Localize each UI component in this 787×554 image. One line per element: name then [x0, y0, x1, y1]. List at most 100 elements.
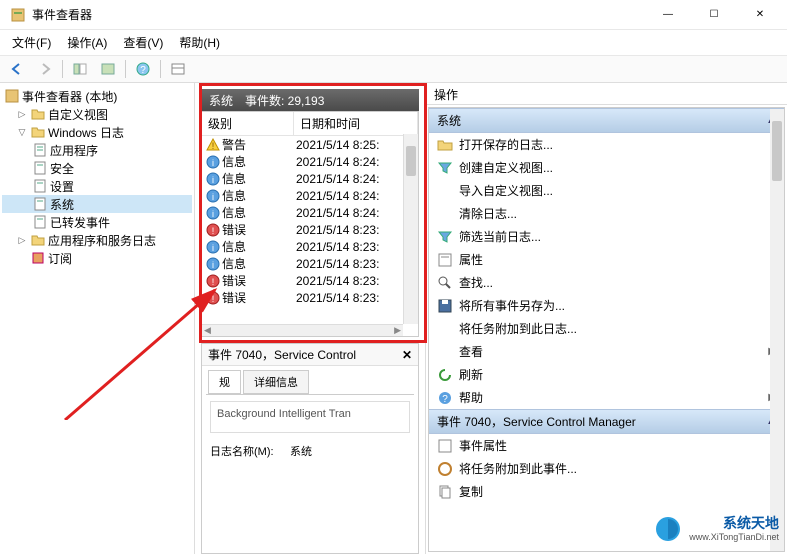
- scroll-thumb[interactable]: [772, 121, 782, 181]
- event-list: 级别 日期和时间 !警告2021/5/14 8:25:i信息2021/5/14 …: [201, 111, 419, 337]
- action-save-all[interactable]: 将所有事件另存为...: [429, 294, 784, 317]
- vertical-scrollbar[interactable]: [403, 134, 418, 324]
- svg-text:i: i: [212, 243, 214, 253]
- log-icon: [32, 196, 48, 212]
- actions-scrollbar[interactable]: [770, 109, 784, 551]
- event-datetime: 2021/5/14 8:24:: [296, 155, 418, 169]
- save-icon: [437, 298, 453, 314]
- main-body: 事件查看器 (本地) ▷ 自定义视图 ▽ Windows 日志 应用程序 安全 …: [0, 83, 787, 554]
- menu-action[interactable]: 操作(A): [61, 32, 113, 53]
- error-icon: !: [206, 291, 220, 305]
- svg-text:?: ?: [442, 394, 448, 405]
- actions-section-system[interactable]: 系统 ▲: [429, 108, 784, 133]
- event-level: 警告: [222, 136, 296, 153]
- action-attach-task[interactable]: 将任务附加到此日志...: [429, 317, 784, 340]
- menu-help[interactable]: 帮助(H): [173, 32, 226, 53]
- svg-text:i: i: [212, 209, 214, 219]
- svg-text:i: i: [212, 260, 214, 270]
- center-panel: 系统 事件数: 29,193 级别 日期和时间 !警告2021/5/14 8:2…: [195, 83, 425, 554]
- event-row[interactable]: !警告2021/5/14 8:25:: [202, 136, 418, 153]
- action-import-view[interactable]: 导入自定义视图...: [429, 179, 784, 202]
- event-row[interactable]: i信息2021/5/14 8:24:: [202, 170, 418, 187]
- tree-system[interactable]: 系统: [2, 195, 192, 213]
- watermark-url: www.XiTongTianDi.net: [689, 532, 779, 543]
- action-event-props[interactable]: 事件属性: [429, 434, 784, 457]
- menu-file[interactable]: 文件(F): [6, 32, 57, 53]
- forward-button[interactable]: [33, 58, 57, 80]
- event-datetime: 2021/5/14 8:23:: [296, 274, 418, 288]
- minimize-button[interactable]: —: [645, 0, 691, 30]
- action-clear-log[interactable]: 清除日志...: [429, 202, 784, 225]
- event-level: 信息: [222, 153, 296, 170]
- action-attach-task-event[interactable]: 将任务附加到此事件...: [429, 457, 784, 480]
- event-datetime: 2021/5/14 8:23:: [296, 223, 418, 237]
- tab-details[interactable]: 详细信息: [243, 370, 309, 394]
- event-datetime: 2021/5/14 8:24:: [296, 172, 418, 186]
- event-datetime: 2021/5/14 8:23:: [296, 240, 418, 254]
- toolbar: ?: [0, 55, 787, 83]
- collapse-icon[interactable]: ▽: [16, 127, 28, 138]
- event-level: 错误: [222, 221, 296, 238]
- actions-section-event[interactable]: 事件 7040，Service Control Manager ▲: [429, 409, 784, 434]
- menu-view[interactable]: 查看(V): [117, 32, 169, 53]
- help-button[interactable]: ?: [131, 58, 155, 80]
- action-copy[interactable]: 复制: [429, 480, 784, 503]
- folder-icon: [30, 106, 46, 122]
- properties-icon: [437, 438, 453, 454]
- action-open-saved[interactable]: 打开保存的日志...: [429, 133, 784, 156]
- tree-setup[interactable]: 设置: [2, 177, 192, 195]
- event-row[interactable]: i 信息2021/5/14 8:23:: [202, 238, 418, 255]
- event-row[interactable]: !错误2021/5/14 8:23:: [202, 272, 418, 289]
- expand-icon[interactable]: ▷: [16, 109, 28, 120]
- log-icon: [32, 142, 48, 158]
- event-level: 信息: [222, 238, 296, 255]
- back-button[interactable]: [5, 58, 29, 80]
- maximize-button[interactable]: ☐: [691, 0, 737, 30]
- tab-general[interactable]: 规: [208, 370, 241, 394]
- action-filter-current[interactable]: 筛选当前日志...: [429, 225, 784, 248]
- action-help[interactable]: ?帮助▶: [429, 386, 784, 409]
- event-level: 信息: [222, 255, 296, 272]
- tree-application[interactable]: 应用程序: [2, 141, 192, 159]
- toolbar-btn-2[interactable]: [96, 58, 120, 80]
- horizontal-scrollbar[interactable]: ◀▶: [202, 324, 403, 336]
- event-row[interactable]: i信息2021/5/14 8:24:: [202, 153, 418, 170]
- import-icon: [437, 183, 453, 199]
- event-row[interactable]: !错误2021/5/14 8:23:: [202, 289, 418, 306]
- expand-icon[interactable]: ▷: [16, 235, 28, 246]
- toolbar-btn-3[interactable]: [166, 58, 190, 80]
- event-datetime: 2021/5/14 8:23:: [296, 291, 418, 305]
- copy-icon: [437, 484, 453, 500]
- action-find[interactable]: 查找...: [429, 271, 784, 294]
- action-properties[interactable]: 属性: [429, 248, 784, 271]
- event-row[interactable]: i信息2021/5/14 8:24:: [202, 187, 418, 204]
- list-header-bar: 系统 事件数: 29,193: [201, 89, 419, 111]
- action-view[interactable]: 查看▶: [429, 340, 784, 363]
- detail-close-button[interactable]: ✕: [402, 348, 412, 362]
- close-button[interactable]: ✕: [737, 0, 783, 30]
- tree-forwarded[interactable]: 已转发事件: [2, 213, 192, 231]
- task-icon: [437, 321, 453, 337]
- action-refresh[interactable]: 刷新: [429, 363, 784, 386]
- tree-security[interactable]: 安全: [2, 159, 192, 177]
- event-row[interactable]: i信息2021/5/14 8:23:: [202, 255, 418, 272]
- event-row[interactable]: i信息2021/5/14 8:24:: [202, 204, 418, 221]
- find-icon: [437, 275, 453, 291]
- tree-custom-views[interactable]: ▷ 自定义视图: [2, 105, 192, 123]
- tree-subscriptions[interactable]: ▷ 订阅: [2, 249, 192, 267]
- log-icon: [32, 160, 48, 176]
- tree-root[interactable]: 事件查看器 (本地): [2, 87, 192, 105]
- tree-windows-logs[interactable]: ▽ Windows 日志: [2, 123, 192, 141]
- event-row[interactable]: !错误2021/5/14 8:23:: [202, 221, 418, 238]
- toolbar-btn-1[interactable]: [68, 58, 92, 80]
- event-datetime: 2021/5/14 8:24:: [296, 206, 418, 220]
- action-create-view[interactable]: 创建自定义视图...: [429, 156, 784, 179]
- filter-icon: [437, 229, 453, 245]
- tree-app-service-logs[interactable]: ▷ 应用程序和服务日志: [2, 231, 192, 249]
- info-icon: i: [206, 240, 220, 254]
- properties-icon: [437, 252, 453, 268]
- scroll-thumb[interactable]: [406, 146, 416, 176]
- col-header-datetime[interactable]: 日期和时间: [294, 112, 418, 135]
- folder-icon: [30, 232, 46, 248]
- col-header-level[interactable]: 级别: [202, 112, 294, 135]
